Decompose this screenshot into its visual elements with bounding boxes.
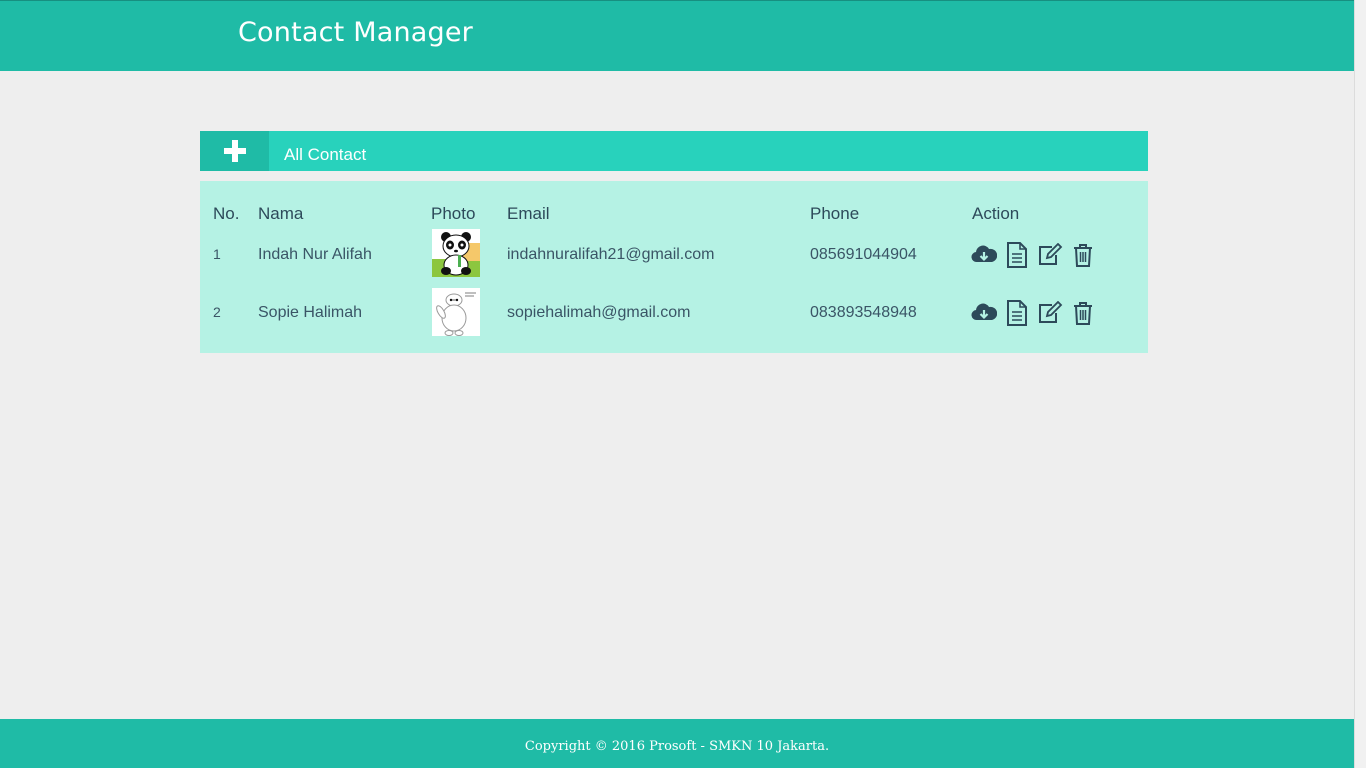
column-header-nama: Nama — [258, 204, 304, 223]
plus-icon — [223, 140, 246, 162]
trash-icon[interactable] — [1070, 300, 1096, 326]
contacts-panel: All Contact No. Nama Photo Email Phone A… — [200, 131, 1148, 353]
row-1-phone: 085691044904 — [810, 246, 917, 263]
contacts-table: No. Nama Photo Email Phone Action 1 Inda… — [200, 181, 1148, 353]
row-2-email: sopiehalimah@gmail.com — [507, 304, 691, 321]
row-1-actions — [971, 242, 1096, 268]
row-2-phone: 083893548948 — [810, 304, 917, 321]
row-1-name: Indah Nur Alifah — [258, 246, 372, 263]
app-title: Contact Manager — [238, 17, 473, 48]
panel-header: All Contact — [200, 131, 1148, 171]
add-contact-button[interactable] — [200, 131, 269, 171]
panel-title: All Contact — [284, 145, 367, 164]
row-2-name: Sopie Halimah — [258, 304, 363, 321]
cloud-download-icon[interactable] — [971, 242, 997, 268]
column-header-email: Email — [507, 204, 550, 223]
document-icon[interactable] — [1004, 242, 1030, 268]
edit-icon[interactable] — [1037, 242, 1063, 268]
row-1-email: indahnuralifah21@gmail.com — [507, 246, 715, 263]
column-header-no: No. — [213, 204, 240, 223]
edit-icon[interactable] — [1037, 300, 1063, 326]
cloud-download-icon[interactable] — [971, 300, 997, 326]
baymax-avatar — [432, 288, 480, 336]
page-footer: Copyright © 2016 Prosoft - SMKN 10 Jakar… — [0, 719, 1354, 768]
row-2-actions — [971, 300, 1096, 326]
trash-icon[interactable] — [1070, 242, 1096, 268]
column-header-photo: Photo — [431, 204, 476, 223]
column-header-phone: Phone — [810, 204, 860, 223]
app-header: Contact Manager — [0, 0, 1354, 71]
panda-avatar — [432, 229, 480, 277]
row-2-no: 2 — [213, 304, 221, 320]
row-1-no: 1 — [213, 246, 221, 262]
document-icon[interactable] — [1004, 300, 1030, 326]
column-header-action: Action — [972, 204, 1020, 223]
page-scrollbar[interactable] — [1354, 0, 1366, 768]
copyright-text: Copyright © 2016 Prosoft - SMKN 10 Jakar… — [524, 739, 830, 754]
